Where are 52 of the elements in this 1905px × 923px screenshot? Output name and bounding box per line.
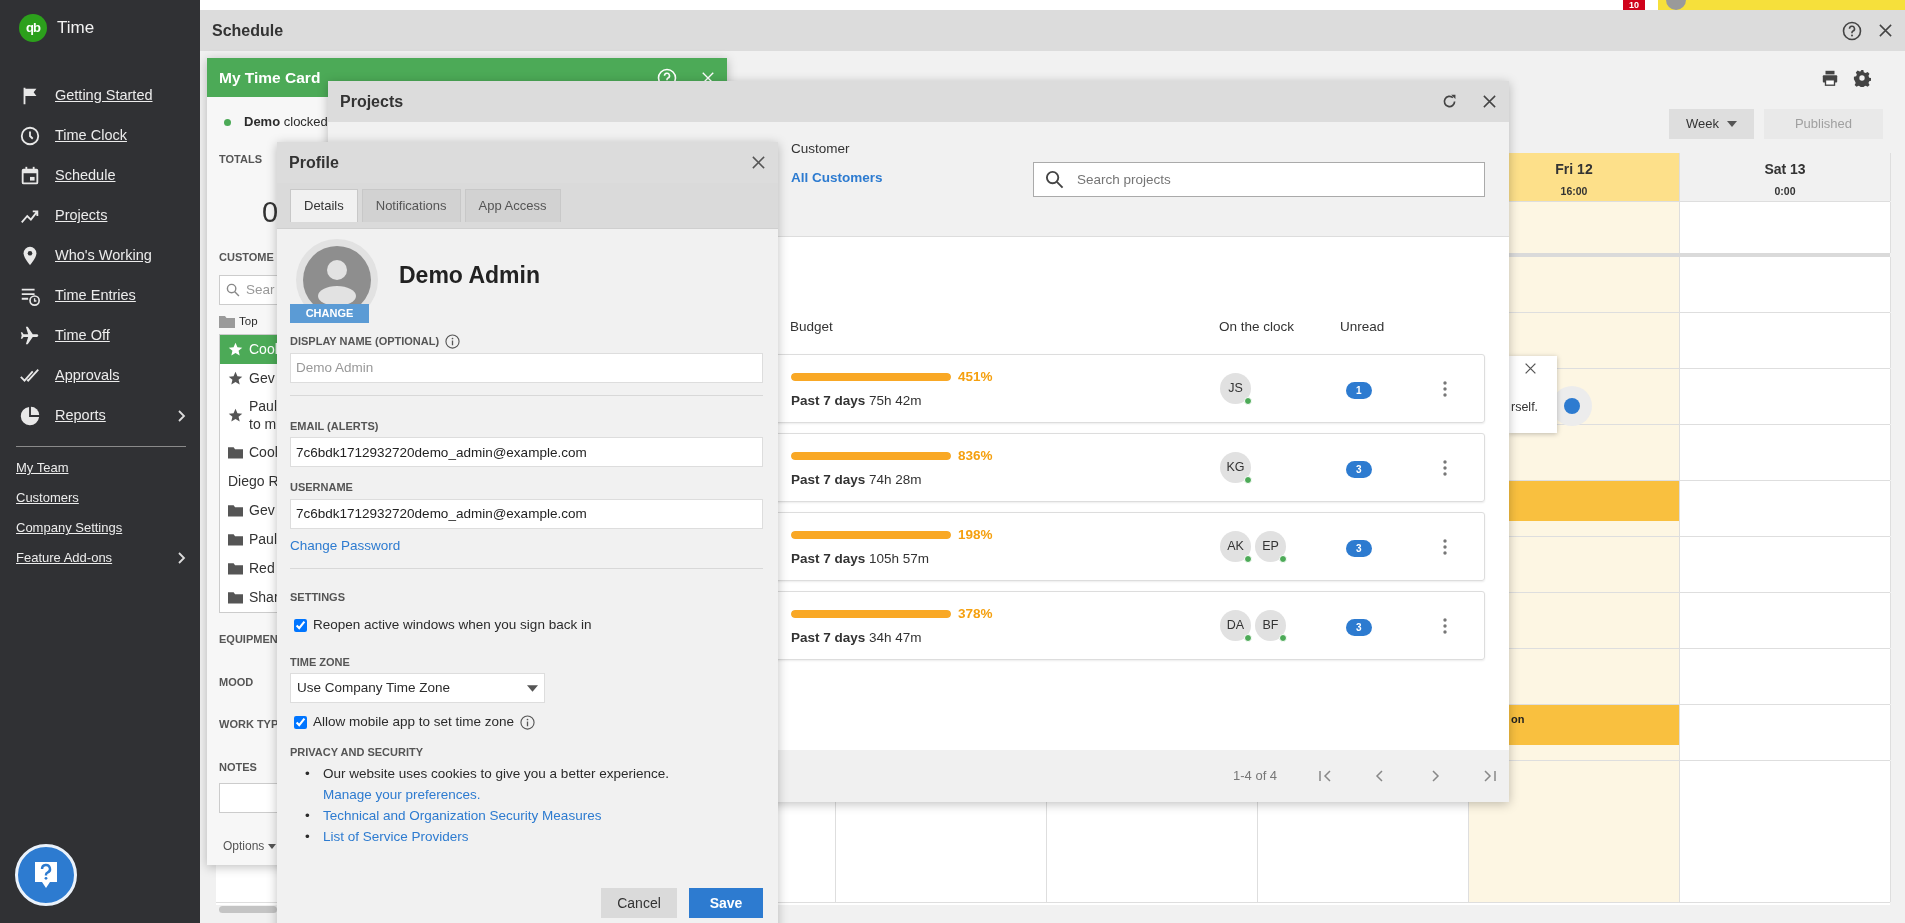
column-header: Unread [1340,318,1386,336]
tooltip-text: rself. [1511,399,1539,416]
status-text: Demo clocked [244,113,328,132]
pagination-info: 1-4 of 4 [1233,767,1278,786]
unread-count: 1 [1346,381,1372,399]
field-label: Customer [791,140,850,158]
budget-percent: 198% [958,525,993,544]
privacy-text: Our website uses cookies to give you a better experience. [323,765,669,781]
section-label: TOTALS [219,152,262,167]
column-header: Budget [790,318,834,336]
period-hours: Past 7 days 74h 28m [791,470,923,489]
field-label: EQUIPMEN [219,632,278,648]
field-label: SETTINGS [290,589,345,605]
bullet: • [305,764,310,783]
unread-count: 3 [1346,618,1372,636]
budget-percent: 451% [958,367,993,386]
window-title: Profile [289,152,339,173]
budget-percent: 836% [958,446,993,465]
checkbox-label: Allow mobile app to set time zone [313,713,515,731]
day-time: 0:00 [1773,184,1797,199]
app-logo: qb [19,14,47,42]
day-time: 16:00 [1559,184,1589,199]
day-label: Sat 13 [1763,160,1807,179]
window-title: Projects [340,91,404,112]
unread-count: 3 [1346,539,1372,557]
day-label: Fri 12 [1554,160,1594,179]
bullet: • [305,806,310,825]
item-label: Paul to m [249,398,278,434]
item-label: Red [249,560,275,578]
window-title: My Time Card [219,67,321,88]
field-label: MOOD [219,674,254,690]
unread-count: 3 [1346,460,1372,478]
total-hours: 0 [262,197,279,227]
column-header: On the clock [1219,318,1296,336]
period-hours: Past 7 days 75h 42m [791,391,923,410]
item-label: Cool [249,341,278,359]
item-label: Paul [249,531,278,549]
app-name: Time [57,17,95,40]
period-hours: Past 7 days 34h 47m [791,628,923,647]
field-label: NOTES [219,759,257,775]
profile-name: Demo Admin [399,260,540,290]
period-hours: Past 7 days 105h 57m [791,549,931,568]
field-label: PRIVACY AND SECURITY [290,745,424,761]
bullet: • [305,827,310,846]
item-label: Gev [249,370,275,388]
section-label: CUSTOME [219,249,274,265]
item-label: Shar [249,589,279,607]
window-title: Schedule [212,20,284,41]
item-label: Gev [249,502,275,520]
field-label: DISPLAY NAME (OPTIONAL) [290,334,440,349]
budget-percent: 378% [958,604,993,623]
item-label: Cool [249,444,278,462]
